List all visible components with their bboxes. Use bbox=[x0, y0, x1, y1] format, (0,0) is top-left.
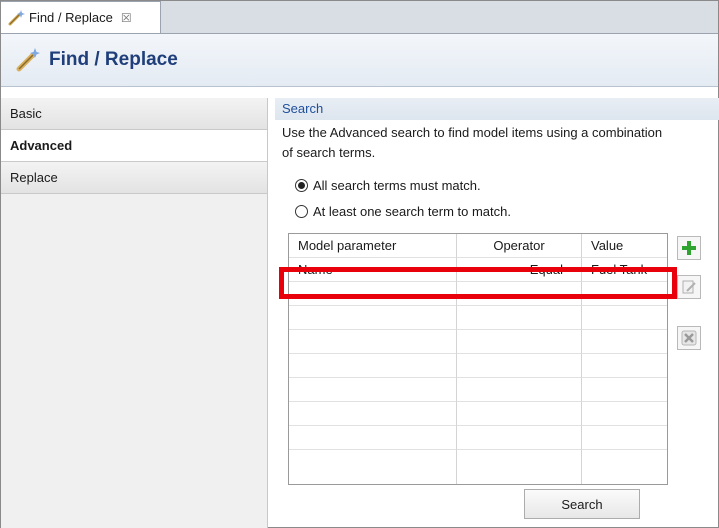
table-cell[interactable] bbox=[582, 426, 667, 450]
radio-label: All search terms must match. bbox=[313, 178, 481, 193]
plus-icon bbox=[682, 241, 696, 255]
wand-icon bbox=[16, 48, 40, 72]
search-button[interactable]: Search bbox=[524, 489, 640, 519]
table-cell[interactable] bbox=[582, 402, 667, 426]
section-title: Search bbox=[275, 98, 719, 120]
table-cell[interactable] bbox=[289, 354, 457, 378]
radio-label: At least one search term to match. bbox=[313, 204, 511, 219]
table-cell[interactable] bbox=[457, 402, 582, 426]
table-cell[interactable] bbox=[457, 450, 582, 484]
sidebar: Basic Advanced Replace bbox=[1, 98, 268, 528]
table-cell[interactable] bbox=[582, 330, 667, 354]
radio-all-terms[interactable]: All search terms must match. bbox=[295, 178, 481, 193]
table-cell[interactable] bbox=[457, 378, 582, 402]
search-panel: Search Use the Advanced search to find m… bbox=[275, 98, 719, 528]
edit-icon bbox=[682, 280, 696, 294]
sidebar-item-replace[interactable]: Replace bbox=[1, 162, 267, 194]
wand-icon bbox=[8, 9, 25, 25]
table-cell[interactable] bbox=[289, 330, 457, 354]
table-cell[interactable] bbox=[582, 354, 667, 378]
table-cell[interactable] bbox=[289, 402, 457, 426]
radio-button[interactable] bbox=[295, 179, 308, 192]
table-cell[interactable] bbox=[582, 306, 667, 330]
table-cell[interactable] bbox=[457, 306, 582, 330]
delete-term-button[interactable] bbox=[677, 326, 701, 350]
table-cell[interactable] bbox=[289, 450, 457, 484]
tab-strip: Find / Replace ☒ bbox=[1, 1, 718, 34]
table-cell[interactable] bbox=[289, 306, 457, 330]
tab-label: Find / Replace bbox=[29, 10, 113, 25]
add-term-button[interactable] bbox=[677, 236, 701, 260]
table-cell[interactable] bbox=[582, 378, 667, 402]
radio-button[interactable] bbox=[295, 205, 308, 218]
edit-term-button[interactable] bbox=[677, 275, 701, 299]
delete-icon bbox=[681, 330, 697, 346]
description: Use the Advanced search to find model it… bbox=[282, 123, 719, 163]
table-cell[interactable] bbox=[457, 354, 582, 378]
column-header-parameter[interactable]: Model parameter bbox=[289, 234, 457, 258]
page-title: Find / Replace bbox=[49, 49, 178, 70]
description-line: of search terms. bbox=[282, 145, 376, 160]
table-cell[interactable] bbox=[289, 378, 457, 402]
column-header-value[interactable]: Value bbox=[582, 234, 667, 258]
description-line: Use the Advanced search to find model it… bbox=[282, 125, 663, 140]
sidebar-item-advanced[interactable]: Advanced bbox=[1, 130, 267, 162]
table-cell[interactable] bbox=[457, 330, 582, 354]
highlight-box bbox=[279, 267, 677, 299]
tab-find-replace[interactable]: Find / Replace ☒ bbox=[1, 1, 161, 33]
radio-any-term[interactable]: At least one search term to match. bbox=[295, 204, 511, 219]
sidebar-item-basic[interactable]: Basic bbox=[1, 98, 267, 130]
table-cell[interactable] bbox=[582, 450, 667, 484]
close-icon[interactable]: ☒ bbox=[121, 11, 132, 25]
view-header: Find / Replace bbox=[1, 34, 718, 87]
column-header-operator[interactable]: Operator bbox=[457, 234, 582, 258]
table-cell[interactable] bbox=[289, 426, 457, 450]
table-cell[interactable] bbox=[457, 426, 582, 450]
